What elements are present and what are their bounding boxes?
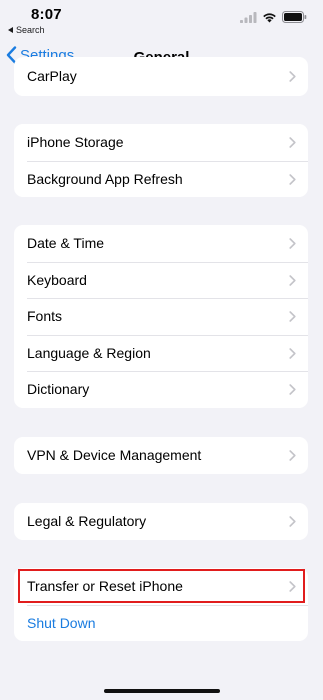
row-label: Date & Time <box>27 235 105 252</box>
battery-icon <box>282 11 307 23</box>
row-label: Dictionary <box>27 381 90 398</box>
row-label: Keyboard <box>27 271 87 288</box>
settings-group-legal: Legal & Regulatory <box>14 503 308 540</box>
settings-group-carplay: CarPlay <box>14 57 308 96</box>
settings-row-vpn-device-management[interactable]: VPN & Device Management <box>14 437 308 474</box>
settings-group-regional: Date & Time Keyboard Fonts Language & Re… <box>14 225 308 408</box>
chevron-right-icon <box>289 173 296 185</box>
chevron-right-icon <box>289 347 296 359</box>
shut-down-label: Shut Down <box>27 614 96 631</box>
row-label: Fonts <box>27 308 63 325</box>
row-label: Transfer or Reset iPhone <box>27 578 183 595</box>
settings-row-keyboard[interactable]: Keyboard <box>14 261 308 299</box>
chevron-right-icon <box>289 71 296 82</box>
row-label: iPhone Storage <box>27 134 124 151</box>
chevron-right-icon <box>289 581 296 593</box>
settings-row-dictionary[interactable]: Dictionary <box>14 371 308 408</box>
home-indicator <box>104 689 220 693</box>
chevron-right-icon <box>289 516 296 528</box>
settings-row-legal-regulatory[interactable]: Legal & Regulatory <box>14 503 308 540</box>
settings-row-transfer-reset-iphone[interactable]: Transfer or Reset iPhone <box>14 568 308 605</box>
cellular-signal-icon <box>240 11 257 23</box>
settings-group-storage: iPhone Storage Background App Refresh <box>14 124 308 197</box>
row-label: CarPlay <box>27 68 77 84</box>
settings-row-language-region[interactable]: Language & Region <box>14 334 308 372</box>
settings-row-fonts[interactable]: Fonts <box>14 298 308 335</box>
shut-down-button[interactable]: Shut Down <box>14 604 308 642</box>
chevron-right-icon <box>289 238 296 250</box>
status-icons <box>240 11 307 23</box>
chevron-right-icon <box>289 274 296 286</box>
row-label: VPN & Device Management <box>27 447 202 464</box>
settings-row-iphone-storage[interactable]: iPhone Storage <box>14 124 308 161</box>
settings-row-background-app-refresh[interactable]: Background App Refresh <box>14 160 308 198</box>
settings-row-carplay[interactable]: CarPlay <box>14 57 308 96</box>
return-to-search-label: Search <box>16 25 45 35</box>
chevron-right-icon <box>289 450 296 462</box>
row-label: Legal & Regulatory <box>27 513 147 530</box>
chevron-right-icon <box>289 311 296 323</box>
wifi-icon <box>263 12 276 22</box>
status-time: 8:07 <box>31 6 62 23</box>
row-label: Language & Region <box>27 344 151 361</box>
back-triangle-icon <box>8 27 13 33</box>
chevron-right-icon <box>289 384 296 396</box>
row-label: Background App Refresh <box>27 170 183 187</box>
settings-group-vpn: VPN & Device Management <box>14 437 308 474</box>
chevron-right-icon <box>289 137 296 149</box>
return-to-search[interactable]: Search <box>8 25 45 35</box>
settings-group-reset: Transfer or Reset iPhone Shut Down <box>14 568 308 641</box>
status-bar: 8:07 Search <box>0 0 323 40</box>
settings-row-date-time[interactable]: Date & Time <box>14 225 308 262</box>
